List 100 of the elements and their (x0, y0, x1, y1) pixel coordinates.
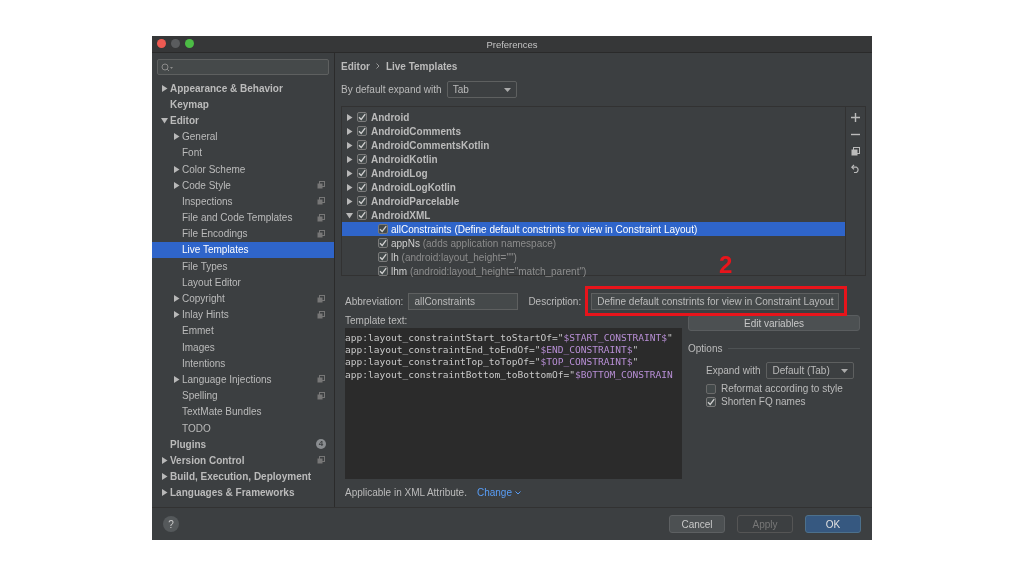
template-group[interactable]: AndroidKotlin (342, 152, 440, 166)
template-label: lhm (android:layout_height="match_parent") (391, 265, 587, 277)
triangle-right-icon[interactable] (346, 113, 353, 121)
sidebar-item[interactable]: Build, Execution, Deployment (152, 468, 334, 485)
sidebar-item[interactable]: Inspections (152, 193, 334, 210)
triangle-right-icon[interactable] (346, 141, 353, 149)
checkbox[interactable] (378, 252, 388, 262)
sidebar-item[interactable]: Emmet (152, 322, 334, 339)
sidebar-item[interactable]: General (152, 128, 334, 145)
triangle-right-icon[interactable] (172, 375, 180, 383)
checkbox[interactable] (706, 396, 716, 407)
sidebar-item[interactable]: Images (152, 339, 334, 356)
template-group[interactable]: AndroidLogKotlin (342, 180, 458, 194)
close-button[interactable] (157, 39, 166, 48)
triangle-right-icon[interactable] (346, 155, 353, 163)
template-item[interactable]: allConstraints (Define default constrints for view in Constraint Layout) (342, 222, 845, 236)
checkbox[interactable] (357, 112, 367, 122)
sidebar-item[interactable]: Plugins 4 (152, 436, 334, 453)
sidebar-item[interactable]: TODO (152, 419, 334, 437)
sidebar-item[interactable]: TextMate Bundles (152, 403, 334, 420)
triangle-right-icon[interactable] (172, 295, 180, 303)
copy-icon[interactable] (851, 147, 860, 156)
sidebar-item[interactable]: Languages & Frameworks (152, 484, 334, 501)
search-icon (161, 62, 173, 72)
checkbox[interactable] (357, 210, 367, 220)
template-group[interactable]: AndroidXML (342, 208, 433, 222)
checkbox[interactable] (378, 238, 388, 248)
sidebar-item[interactable]: Inlay Hints (152, 306, 334, 323)
sidebar-item[interactable]: Layout Editor (152, 274, 334, 291)
triangle-right-icon[interactable] (160, 84, 168, 92)
checkbox[interactable] (357, 196, 367, 206)
triangle-right-icon[interactable] (346, 183, 353, 191)
triangle-right-icon[interactable] (160, 473, 168, 481)
template-group[interactable]: AndroidLog (342, 166, 430, 180)
triangle-down-icon[interactable] (160, 116, 168, 124)
ok-button[interactable]: OK (805, 515, 861, 533)
template-group[interactable]: AndroidParcelable (342, 194, 462, 208)
description-field[interactable]: Define default constrints for view in Constraint Layout (591, 293, 840, 310)
sidebar-item[interactable]: Code Style (152, 177, 334, 194)
checkbox[interactable] (378, 266, 388, 276)
template-item[interactable]: lh (android:layout_height="") (342, 250, 519, 264)
field-label: Expand with (706, 365, 761, 376)
context-text: Applicable in XML Attribute. (345, 487, 467, 498)
change-link[interactable]: Change (476, 487, 521, 498)
checkbox[interactable] (357, 182, 367, 192)
breadcrumb-item[interactable]: Editor (341, 60, 370, 72)
triangle-right-icon[interactable] (346, 169, 353, 177)
triangle-right-icon[interactable] (160, 456, 168, 464)
undo-icon[interactable] (851, 164, 860, 173)
checkbox[interactable] (378, 224, 388, 234)
maximize-button[interactable] (185, 39, 194, 48)
sidebar-item[interactable]: File and Code Templates (152, 209, 334, 226)
breadcrumb-item[interactable]: Live Templates (385, 60, 458, 72)
triangle-right-icon[interactable] (172, 181, 180, 189)
triangle-down-icon[interactable] (346, 211, 353, 219)
sidebar-item[interactable]: File Types (152, 258, 334, 275)
template-item[interactable]: appNs (adds application namespace) (342, 236, 559, 250)
code-line: app:layout_constraintTop_toTopOf="$TOP_CONSTRAINT$" (345, 356, 640, 369)
sidebar-item[interactable]: Intentions (152, 355, 334, 372)
field-label: Abbreviation: (345, 296, 404, 307)
sidebar-item[interactable]: Color Scheme (152, 160, 334, 178)
sidebar-item[interactable]: Keymap (152, 96, 334, 113)
field-label: Description: (528, 296, 582, 307)
checkbox[interactable] (357, 126, 367, 136)
checkbox[interactable] (357, 168, 367, 178)
sidebar-item[interactable]: Copyright (152, 290, 334, 307)
sidebar-item[interactable]: Live Templates (152, 241, 334, 259)
dropdown[interactable]: Default (Tab) (766, 362, 855, 379)
triangle-right-icon[interactable] (172, 311, 180, 319)
abbreviation-field[interactable]: allConstraints (408, 293, 519, 310)
triangle-right-icon[interactable] (346, 127, 353, 135)
template-group[interactable]: AndroidComments (342, 124, 463, 138)
template-group[interactable]: AndroidCommentsKotlin (342, 138, 492, 152)
template-item[interactable]: lhm (android:layout_height="match_parent") (342, 264, 589, 278)
plus-icon[interactable] (851, 113, 860, 122)
chevron-icon (375, 63, 380, 69)
sidebar-item[interactable]: Version Control (152, 452, 334, 469)
checkbox[interactable] (357, 154, 367, 164)
sidebar-item[interactable]: Editor (152, 112, 334, 129)
sidebar-item[interactable]: Appearance & Behavior (152, 80, 334, 97)
triangle-right-icon[interactable] (160, 489, 168, 497)
dropdown[interactable]: Tab (446, 81, 517, 98)
sidebar-item[interactable]: Font (152, 144, 334, 161)
checkbox[interactable] (357, 140, 367, 150)
sidebar-item[interactable]: Spelling (152, 387, 334, 404)
sidebar-item[interactable]: Language Injections (152, 371, 334, 388)
checkbox-label: Reformat according to style (721, 383, 843, 394)
section-title: Options (688, 343, 723, 354)
caret-down-icon (514, 490, 521, 495)
triangle-right-icon[interactable] (346, 197, 353, 205)
field-label: Template text: (345, 315, 409, 326)
sidebar-item[interactable]: File Encodings (152, 225, 334, 242)
triangle-right-icon[interactable] (172, 165, 180, 173)
help-button[interactable]: ? (163, 516, 179, 532)
triangle-right-icon[interactable] (172, 133, 180, 141)
search-field[interactable] (157, 59, 329, 75)
code-line: app:layout_constraintStart_toStartOf="$START_CONSTRAINT$" (345, 332, 674, 345)
dialog-button[interactable]: Cancel (669, 515, 725, 533)
checkbox[interactable] (706, 383, 716, 394)
template-group[interactable]: Android (342, 110, 412, 124)
